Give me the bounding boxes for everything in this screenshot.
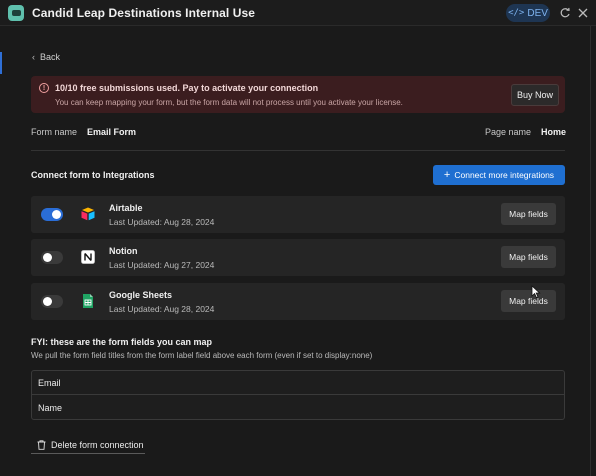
env-badge[interactable]: </> DEV: [506, 4, 550, 22]
integration-name: Airtable: [109, 203, 143, 213]
toggle-notion[interactable]: [41, 251, 63, 264]
toggle-google-sheets[interactable]: [41, 295, 63, 308]
refresh-icon[interactable]: [558, 6, 572, 20]
connect-more-integrations-button[interactable]: + Connect more integrations: [433, 165, 565, 185]
divider: [31, 150, 565, 151]
fyi-title: FYI: these are the form fields you can m…: [31, 337, 213, 347]
delete-form-connection-button[interactable]: Delete form connection: [31, 437, 145, 454]
integration-row-google-sheets: Google Sheets Last Updated: Aug 28, 2024…: [31, 283, 565, 320]
mouse-cursor-icon: [531, 285, 541, 299]
connect-button-label: Connect more integrations: [454, 170, 555, 180]
title-bar: Candid Leap Destinations Internal Use </…: [0, 0, 596, 26]
warning-icon: !: [39, 83, 49, 93]
delete-label: Delete form connection: [51, 440, 144, 450]
toggle-airtable[interactable]: [41, 208, 63, 221]
integrations-title: Connect form to Integrations: [31, 170, 155, 180]
form-fields-list: Email Name: [31, 370, 565, 420]
list-item: Name: [38, 403, 63, 413]
map-fields-button[interactable]: Map fields: [501, 290, 556, 312]
toggle-knob: [43, 297, 52, 306]
page-name-value: Home: [541, 127, 567, 137]
integration-row-notion: Notion Last Updated: Aug 27, 2024 Map fi…: [31, 239, 565, 276]
buy-now-button[interactable]: Buy Now: [511, 84, 559, 106]
integration-row-airtable: Airtable Last Updated: Aug 28, 2024 Map …: [31, 196, 565, 233]
nav-accent: [0, 52, 2, 74]
list-item: Email: [32, 371, 564, 395]
back-label: Back: [40, 52, 61, 62]
form-name-label: Form name: [31, 127, 78, 137]
plus-icon: +: [443, 168, 451, 181]
alert-body: You can keep mapping your form, but the …: [55, 98, 403, 107]
panel-edge: [590, 26, 591, 476]
airtable-icon: [81, 207, 95, 221]
fyi-description: We pull the form field titles from the f…: [31, 351, 373, 360]
trash-icon: [37, 440, 46, 450]
code-icon: </>: [508, 8, 525, 18]
integration-updated: Last Updated: Aug 27, 2024: [109, 260, 215, 270]
chevron-left-icon: ‹: [32, 52, 35, 62]
notion-icon: [81, 250, 95, 264]
page-name-label: Page name: [485, 127, 532, 137]
google-sheets-icon: [83, 294, 93, 308]
integration-updated: Last Updated: Aug 28, 2024: [109, 304, 215, 314]
integration-name: Notion: [109, 246, 138, 256]
close-icon[interactable]: [576, 6, 590, 20]
toggle-knob: [52, 210, 61, 219]
env-badge-label: DEV: [527, 7, 548, 19]
toggle-knob: [43, 253, 52, 262]
map-fields-button[interactable]: Map fields: [501, 246, 556, 268]
window-title: Candid Leap Destinations Internal Use: [32, 6, 256, 20]
alert-title: 10/10 free submissions used. Pay to acti…: [55, 83, 319, 93]
back-link[interactable]: ‹ Back: [32, 52, 60, 62]
integration-name: Google Sheets: [109, 290, 173, 300]
app-icon: [8, 5, 24, 21]
license-alert: ! 10/10 free submissions used. Pay to ac…: [31, 76, 565, 113]
integration-updated: Last Updated: Aug 28, 2024: [109, 217, 215, 227]
form-name-value: Email Form: [87, 127, 137, 137]
map-fields-button[interactable]: Map fields: [501, 203, 556, 225]
